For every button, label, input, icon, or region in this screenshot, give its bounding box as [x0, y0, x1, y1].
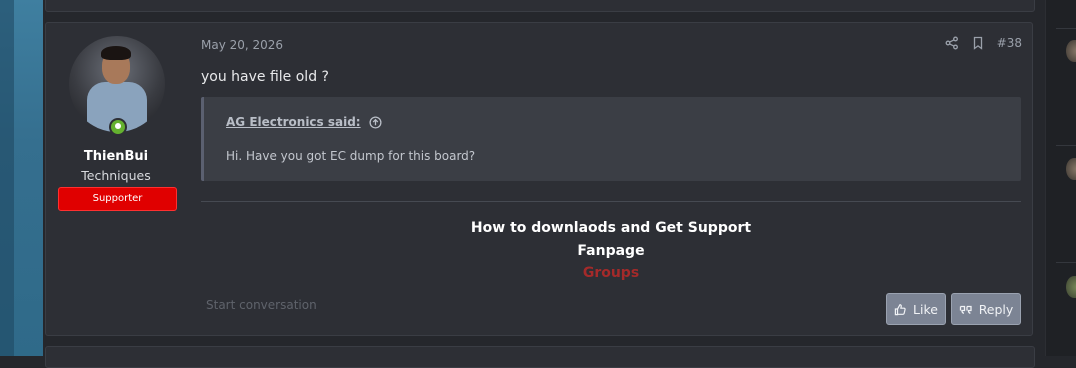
arrow-up-circle-icon[interactable]: [369, 115, 382, 129]
post-message: you have file old ?: [201, 69, 329, 85]
post: ThienBui Techniques Supporter May 20, 20…: [45, 22, 1033, 336]
previous-post: [45, 0, 1035, 12]
thread-posts: ThienBui Techniques Supporter May 20, 20…: [43, 0, 1045, 368]
username[interactable]: ThienBui: [46, 149, 186, 164]
reply-label: Reply: [978, 301, 1014, 317]
quote-icon: [959, 303, 973, 315]
thumbs-up-icon: [894, 303, 907, 316]
sidebar-divider: [1056, 262, 1076, 263]
avatar-hair: [101, 46, 131, 60]
online-status-icon: [109, 118, 127, 136]
reply-button[interactable]: Reply: [951, 293, 1021, 325]
like-button[interactable]: Like: [886, 293, 946, 325]
sidebar-edge: [1045, 0, 1076, 356]
signature-line-downloads[interactable]: How to downlaods and Get Support: [201, 217, 1021, 240]
quote-text: Hi. Have you got EC dump for this board?: [226, 149, 476, 163]
next-post: [45, 346, 1035, 368]
quote-author-link[interactable]: AG Electronics said:: [226, 115, 361, 129]
post-user-cell: ThienBui Techniques Supporter: [46, 23, 186, 335]
signature-divider: [201, 201, 1021, 202]
quote-header: AG Electronics said:: [226, 115, 382, 129]
share-icon[interactable]: [945, 36, 959, 50]
bookmark-icon[interactable]: [971, 36, 985, 50]
signature-line-fanpage[interactable]: Fanpage: [201, 240, 1021, 263]
user-title: Techniques: [81, 168, 151, 183]
sidebar-divider: [1056, 145, 1076, 146]
sidebar-avatar[interactable]: [1066, 158, 1076, 180]
sidebar-divider: [1056, 28, 1076, 29]
user-banner: Supporter: [58, 187, 177, 211]
post-date[interactable]: May 20, 2026: [201, 38, 283, 52]
background-edge: [0, 0, 43, 356]
sidebar-avatar[interactable]: [1066, 40, 1076, 62]
sidebar-avatar[interactable]: [1066, 276, 1076, 298]
signature-line-groups[interactable]: Groups: [201, 262, 1021, 285]
like-label: Like: [913, 301, 938, 317]
signature: How to downlaods and Get Support Fanpage…: [201, 217, 1021, 285]
post-actions: #38: [945, 36, 1022, 50]
quote-block: AG Electronics said: Hi. Have you got EC…: [201, 97, 1021, 181]
start-conversation-link[interactable]: Start conversation: [206, 298, 317, 312]
post-number-link[interactable]: #38: [997, 36, 1022, 50]
